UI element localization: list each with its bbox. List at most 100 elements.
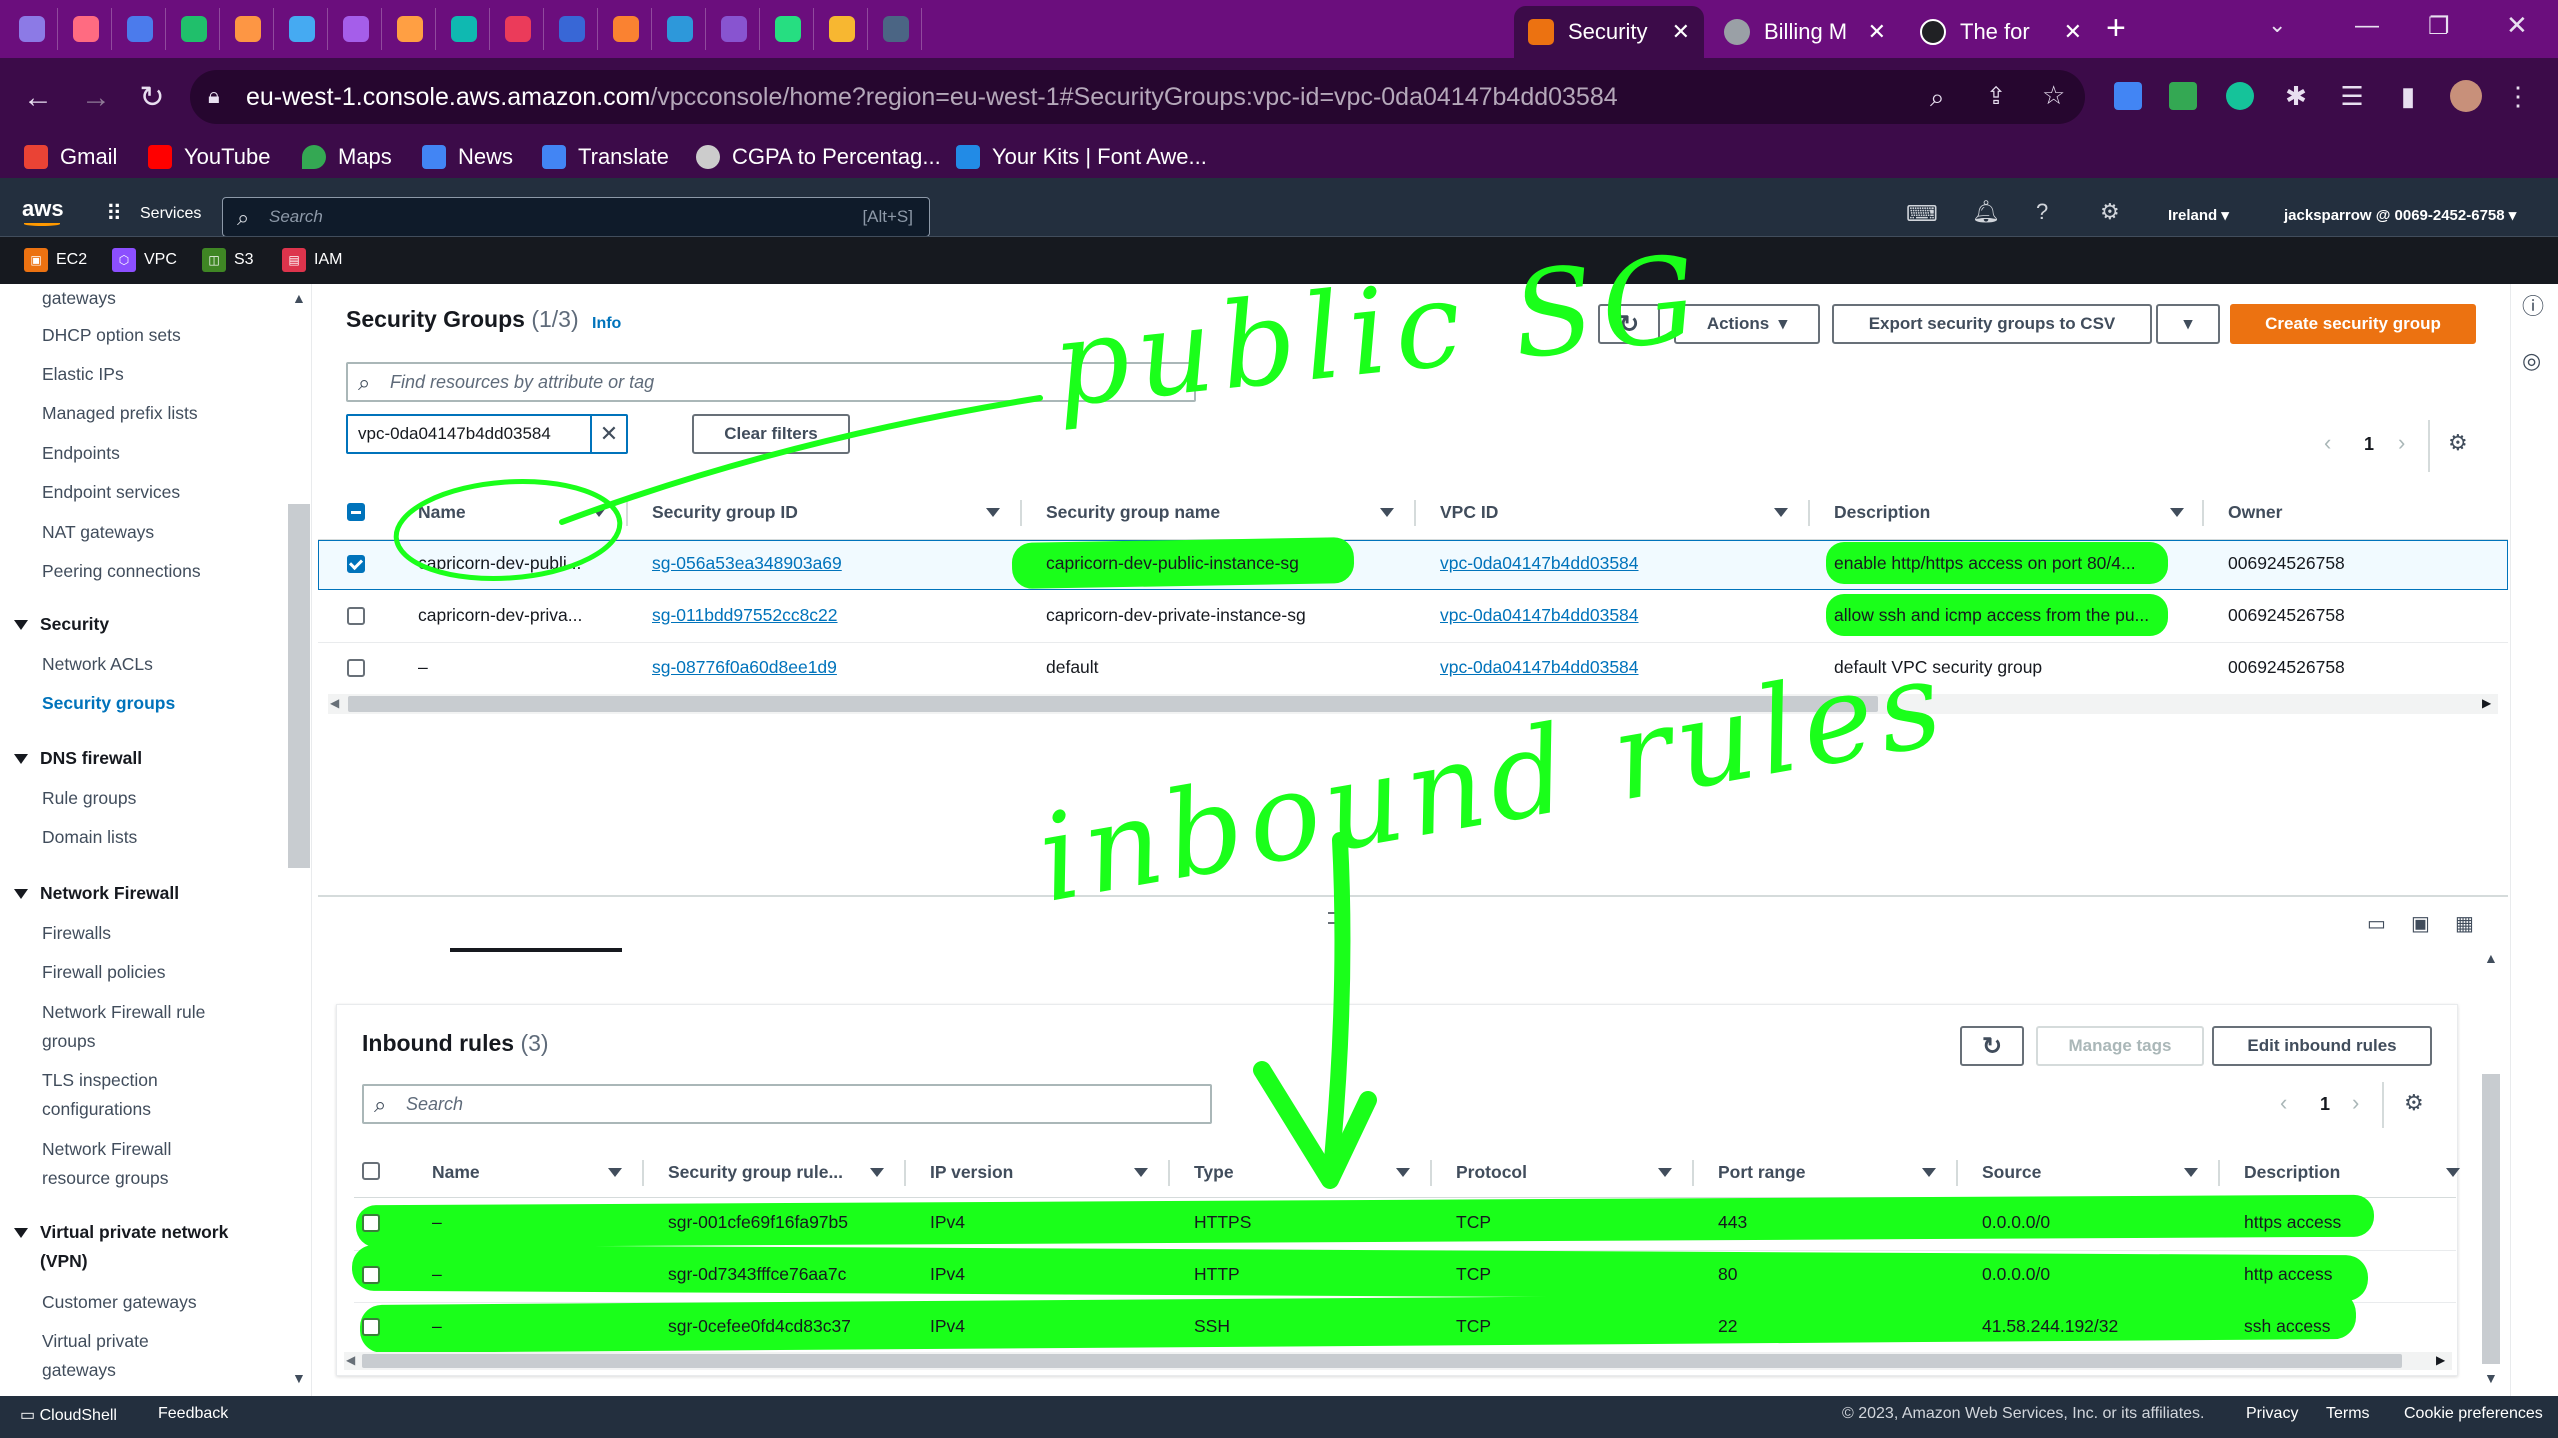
panel-bottom-icon[interactable]: ▭: [2367, 914, 2386, 934]
sidebar-item-nat-gateways[interactable]: NAT gateways: [42, 518, 154, 547]
services-grid-icon[interactable]: ⠿: [106, 201, 122, 227]
pinned-tab[interactable]: [492, 8, 544, 50]
pinned-tab[interactable]: [6, 8, 58, 50]
browser-menu-icon[interactable]: ⋮: [2500, 78, 2536, 114]
account-menu[interactable]: jacksparrow @ 0069-2452-6758 ▾: [2284, 206, 2516, 224]
favorite-iam[interactable]: ▤ IAM: [282, 247, 342, 273]
tab-the-for[interactable]: The for ✕: [1906, 6, 2096, 58]
scroll-down-icon[interactable]: ▼: [292, 1370, 306, 1386]
panel-maximize-icon[interactable]: ▦: [2455, 914, 2474, 934]
sg-horizontal-scrollbar[interactable]: ◀ ▶: [328, 694, 2498, 714]
side-panel-icon[interactable]: ▮: [2390, 78, 2426, 114]
split-panel-divider[interactable]: [318, 895, 2508, 897]
scroll-up-icon[interactable]: ▲: [292, 290, 306, 306]
sort-caret-icon[interactable]: [592, 508, 606, 517]
scrollbar-thumb[interactable]: [288, 504, 310, 868]
col-sg-id[interactable]: Security group ID: [652, 502, 798, 523]
sidebar-item-firewall-policies[interactable]: Firewall policies: [42, 958, 166, 987]
row-checkbox[interactable]: [347, 555, 365, 573]
col-description[interactable]: Description: [2244, 1162, 2340, 1183]
close-window-icon[interactable]: ✕: [2506, 10, 2528, 41]
col-name[interactable]: Name: [418, 502, 466, 523]
minimize-icon[interactable]: —: [2355, 12, 2379, 40]
pinned-tab[interactable]: [438, 8, 490, 50]
scroll-down-icon[interactable]: ▼: [2484, 1370, 2498, 1386]
row-sg-id-link[interactable]: sg-011bdd97552cc8c22: [652, 605, 838, 626]
favorite-ec2[interactable]: ▣ EC2: [24, 247, 87, 273]
scroll-right-icon[interactable]: ▶: [2482, 696, 2491, 710]
export-dropdown-button[interactable]: ▾: [2156, 304, 2220, 344]
inbound-horizontal-scrollbar[interactable]: ◀ ▶: [344, 1352, 2452, 1370]
clear-filters-button[interactable]: Clear filters: [692, 414, 850, 454]
export-csv-button[interactable]: Export security groups to CSV: [1832, 304, 2152, 344]
col-rule-id[interactable]: Security group rule...: [668, 1162, 843, 1183]
scrollbar-thumb[interactable]: [2482, 1074, 2500, 1364]
col-source[interactable]: Source: [1982, 1162, 2041, 1183]
feedback-link[interactable]: Feedback: [158, 1405, 228, 1423]
close-tab-icon[interactable]: ✕: [2064, 19, 2082, 45]
remove-filter-icon[interactable]: ✕: [590, 416, 626, 452]
cookie-preferences-link[interactable]: Cookie preferences: [2404, 1405, 2543, 1423]
current-page[interactable]: 1: [2364, 434, 2374, 455]
sidebar-section-vpn[interactable]: Virtual private network (VPN): [14, 1218, 254, 1276]
region-selector[interactable]: Ireland ▾: [2168, 206, 2229, 224]
col-port-range[interactable]: Port range: [1718, 1162, 1806, 1183]
resize-handle-icon[interactable]: [1328, 912, 1350, 924]
row-vpc-link[interactable]: vpc-0da04147b4dd03584: [1440, 605, 1639, 626]
sidebar-item-gateways[interactable]: gateways: [42, 284, 116, 313]
table-row-selected[interactable]: [318, 540, 2508, 590]
pinned-tab[interactable]: [762, 8, 814, 50]
sidebar-item-security-groups[interactable]: Security groups: [42, 689, 175, 718]
row-vpc-link[interactable]: vpc-0da04147b4dd03584: [1440, 657, 1639, 678]
aws-search-input[interactable]: ⌕ Search [Alt+S]: [222, 197, 930, 237]
sidebar-item-prefix-lists[interactable]: Managed prefix lists: [42, 399, 198, 428]
sort-caret-icon[interactable]: [1774, 508, 1788, 517]
close-tab-icon[interactable]: ✕: [1868, 19, 1886, 45]
restore-icon[interactable]: ❐: [2428, 12, 2450, 41]
reload-icon[interactable]: ↻: [132, 78, 172, 118]
sort-caret-icon[interactable]: [1396, 1168, 1410, 1177]
create-security-group-button[interactable]: Create security group: [2230, 304, 2476, 344]
edit-inbound-rules-button[interactable]: Edit inbound rules: [2212, 1026, 2432, 1066]
col-ip-version[interactable]: IP version: [930, 1162, 1013, 1183]
settings-gear-icon[interactable]: ⚙: [2100, 199, 2120, 225]
sort-caret-icon[interactable]: [1134, 1168, 1148, 1177]
prev-page-icon[interactable]: ‹: [2324, 432, 2331, 454]
pinned-tab[interactable]: [60, 8, 112, 50]
pinned-tab[interactable]: [708, 8, 760, 50]
sort-caret-icon[interactable]: [2170, 508, 2184, 517]
profile-avatar[interactable]: [2448, 78, 2484, 114]
bookmark-fontawesome[interactable]: Your Kits | Font Awe...: [956, 142, 1207, 172]
col-name[interactable]: Name: [432, 1162, 480, 1183]
cloudshell-link[interactable]: ▭ CloudShell: [20, 1405, 117, 1425]
panel-side-icon[interactable]: ▣: [2411, 914, 2430, 934]
table-preferences-gear-icon[interactable]: ⚙: [2448, 432, 2468, 454]
col-protocol[interactable]: Protocol: [1456, 1162, 1527, 1183]
tab-search-icon[interactable]: ⌄: [2268, 12, 2286, 38]
scroll-left-icon[interactable]: ◀: [346, 1353, 355, 1367]
sidebar-section-network-firewall[interactable]: Network Firewall: [14, 879, 179, 908]
sort-caret-icon[interactable]: [1922, 1168, 1936, 1177]
sidebar-item-dhcp[interactable]: DHCP option sets: [42, 321, 181, 350]
scrollbar-thumb[interactable]: [362, 1354, 2402, 1368]
sidebar-item-virtual-private-gateways[interactable]: Virtual private gateways: [42, 1327, 222, 1385]
col-type[interactable]: Type: [1194, 1162, 1234, 1183]
sort-caret-icon[interactable]: [1380, 508, 1394, 517]
share-icon[interactable]: ⇪: [1986, 82, 2006, 111]
split-panel-scrollbar[interactable]: ▲ ▼: [2480, 950, 2502, 1390]
bookmark-gmail[interactable]: Gmail: [24, 142, 117, 172]
select-all-checkbox[interactable]: [347, 503, 365, 521]
reading-list-icon[interactable]: ☰: [2334, 78, 2370, 114]
cloudshell-icon[interactable]: ⌨: [1906, 201, 1938, 227]
back-icon[interactable]: ←: [18, 78, 58, 118]
sidebar-item-peering[interactable]: Peering connections: [42, 557, 201, 586]
extensions-puzzle-icon[interactable]: ✱: [2278, 78, 2314, 114]
sidebar-item-elastic-ips[interactable]: Elastic IPs: [42, 360, 124, 389]
bookmark-translate[interactable]: Translate: [542, 142, 669, 172]
aws-logo[interactable]: aws: [22, 196, 64, 222]
bookmark-cgpa[interactable]: CGPA to Percentag...: [696, 142, 941, 172]
sidebar-item-nf-resource-groups[interactable]: Network Firewall resource groups: [42, 1135, 242, 1193]
bookmark-star-icon[interactable]: ☆: [2042, 80, 2065, 111]
tab-security[interactable]: Security ✕: [1514, 6, 1704, 58]
sidebar-item-endpoint-services[interactable]: Endpoint services: [42, 478, 180, 507]
